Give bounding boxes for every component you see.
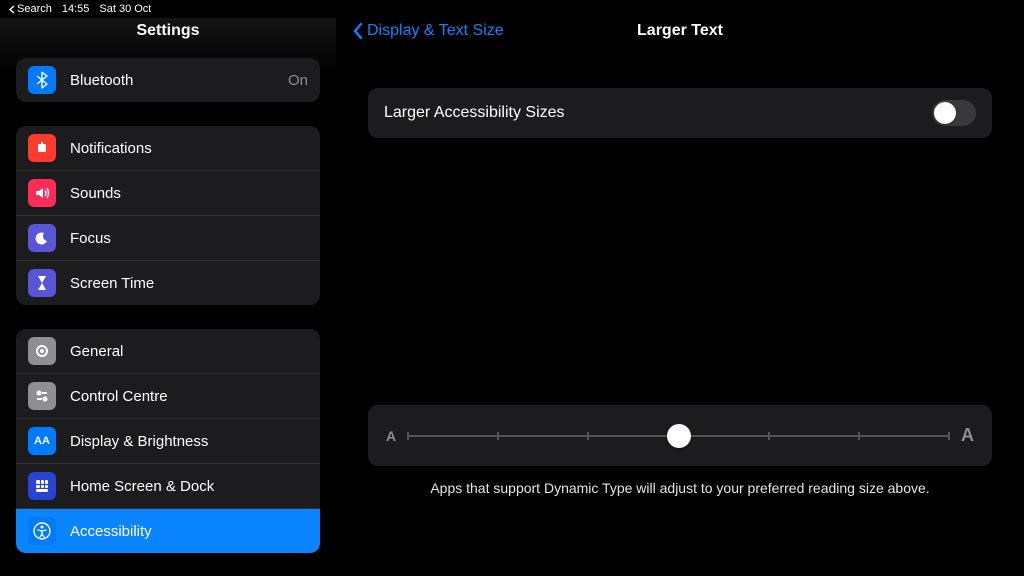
slider-max-label: A [961,425,974,446]
sidebar-group: Bluetooth On [16,58,320,102]
text-size-section: A A Apps that support Dynamic Type will … [368,405,992,496]
text-size-slider[interactable] [408,435,949,437]
sidebar-item-bluetooth[interactable]: Bluetooth On [16,58,320,102]
sidebar-item-label: Bluetooth [70,72,288,89]
accessibility-icon [28,517,56,545]
detail-pane: Display & Text Size Larger Text Larger A… [336,18,1024,576]
larger-sizes-toggle[interactable] [932,100,976,126]
slider-min-label: A [386,428,396,444]
sidebar-item-label: Home Screen & Dock [70,478,308,495]
toggle-label: Larger Accessibility Sizes [384,104,565,122]
sidebar-group: Notifications Sounds Focus [16,126,320,305]
switch-knob [934,102,956,124]
speaker-icon [28,179,56,207]
sidebar-item-display-brightness[interactable]: AA Display & Brightness [16,419,320,464]
hourglass-icon [28,269,56,297]
sidebar-group: General Control Centre AA Display & Brig… [16,329,320,553]
detail-content: Larger Accessibility Sizes A [336,58,1024,576]
slider-thumb[interactable] [667,424,691,448]
status-bar: Search 14:55 Sat 30 Oct [0,0,1024,18]
text-size-icon: AA [28,427,56,455]
sidebar-item-control-centre[interactable]: Control Centre [16,374,320,419]
sidebar-item-label: Notifications [70,140,308,157]
text-size-slider-card: A A [368,405,992,466]
sidebar-item-label: Sounds [70,185,308,202]
status-time: 14:55 [62,3,90,15]
sidebar-item-label: General [70,343,308,360]
chevron-left-icon [8,5,15,14]
bluetooth-icon [28,66,56,94]
sidebar-item-label: Accessibility [70,523,308,540]
sidebar-item-label: Display & Brightness [70,433,308,450]
back-to-app-label: Search [17,3,52,15]
sidebar-item-home-screen-dock[interactable]: Home Screen & Dock [16,464,320,509]
sliders-icon [28,382,56,410]
sidebar-title: Settings [0,18,336,58]
page-title: Larger Text [637,22,723,40]
sidebar-item-focus[interactable]: Focus [16,216,320,261]
settings-sidebar: Settings Bluetooth On Notifications [0,18,336,576]
sidebar-scroll[interactable]: Bluetooth On Notifications Sounds [0,58,336,576]
status-date: Sat 30 Oct [99,3,151,15]
larger-sizes-row: Larger Accessibility Sizes [368,88,992,138]
moon-icon [28,224,56,252]
gear-icon [28,337,56,365]
slider-caption: Apps that support Dynamic Type will adju… [368,480,992,496]
sidebar-item-value: On [288,72,308,89]
sidebar-item-screen-time[interactable]: Screen Time [16,261,320,305]
back-button-label: Display & Text Size [367,22,504,40]
chevron-left-icon [352,22,363,40]
sidebar-item-label: Focus [70,230,308,247]
sidebar-item-notifications[interactable]: Notifications [16,126,320,171]
back-to-app[interactable]: Search [8,3,52,15]
bell-icon [28,134,56,162]
sidebar-item-sounds[interactable]: Sounds [16,171,320,216]
detail-header: Display & Text Size Larger Text [336,18,1024,58]
sidebar-item-label: Control Centre [70,388,308,405]
sidebar-item-label: Screen Time [70,275,308,292]
sidebar-item-general[interactable]: General [16,329,320,374]
back-button[interactable]: Display & Text Size [352,22,504,40]
grid-icon [28,472,56,500]
sidebar-item-accessibility[interactable]: Accessibility [16,509,320,553]
